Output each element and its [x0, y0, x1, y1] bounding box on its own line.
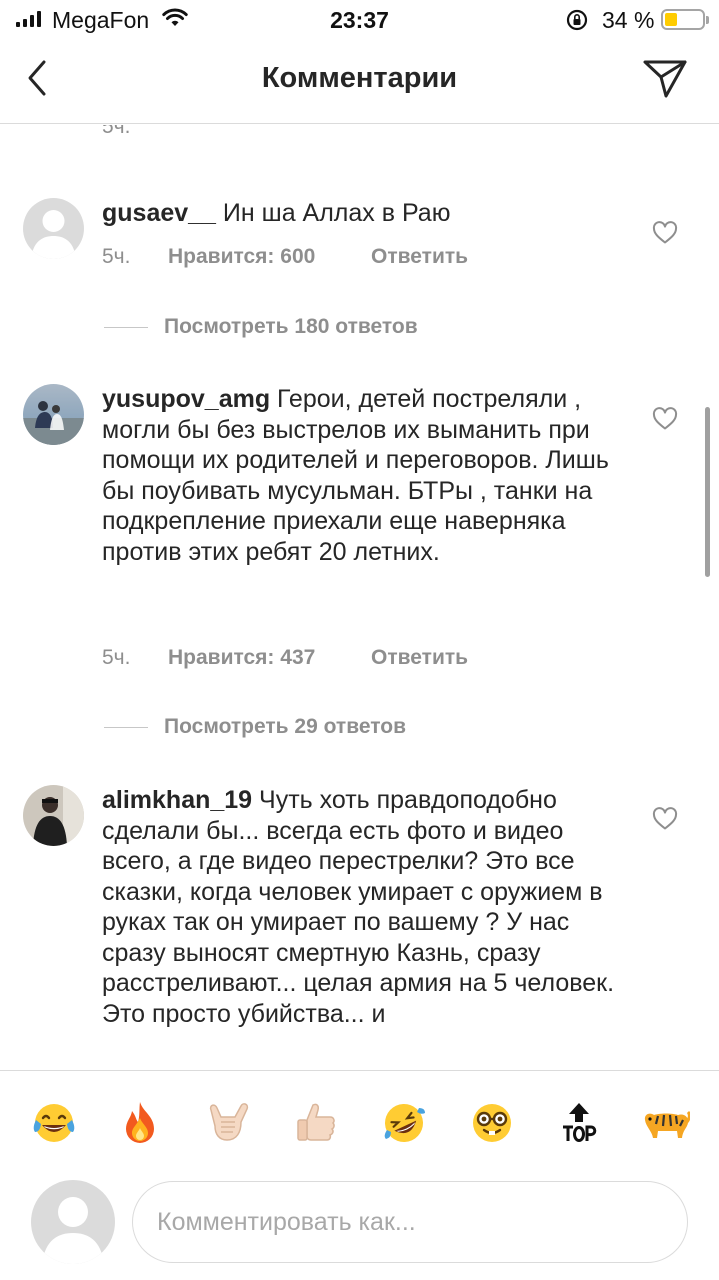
- rotation-lock-icon: [566, 9, 588, 31]
- heart-icon[interactable]: [652, 221, 678, 245]
- comment-text: gusaev__ Ин ша Аллах в Раю: [102, 198, 622, 229]
- battery-percentage: 34 %: [602, 7, 655, 33]
- comment-meta: 5ч. Нравится: 600 Ответить: [102, 245, 468, 269]
- avatar[interactable]: [23, 384, 84, 445]
- status-bar: MegaFon 23:37 34 %: [0, 0, 719, 40]
- view-replies-button[interactable]: Посмотреть 180 ответов: [104, 315, 418, 339]
- battery-icon: [661, 9, 709, 30]
- reply-button[interactable]: Ответить: [371, 646, 468, 670]
- comment-body: Чуть хоть правдоподобно сделали бы... вс…: [102, 786, 615, 1028]
- view-replies-label: Посмотреть 180 ответов: [164, 315, 418, 338]
- comment-body: Ин ша Аллах в Раю: [215, 199, 451, 227]
- header: Комментарии: [0, 40, 719, 124]
- emoji-call-me-hand-icon[interactable]: [204, 1099, 252, 1147]
- comment-input[interactable]: [132, 1181, 688, 1263]
- emoji-tiger-icon[interactable]: [642, 1099, 690, 1147]
- comment-text: yusupov_amg Герои, детей постреляли , мо…: [102, 384, 622, 567]
- view-replies-button[interactable]: Посмотреть 29 ответов: [104, 715, 406, 739]
- battery-level: [665, 13, 677, 26]
- comment-likes[interactable]: Нравится: 600: [168, 245, 371, 269]
- emoji-top-arrow-icon[interactable]: [555, 1099, 603, 1147]
- emoji-fire-icon[interactable]: [116, 1099, 164, 1147]
- scrollbar[interactable]: [705, 407, 710, 577]
- comments-list[interactable]: 5ч. gusaev__ Ин ша Аллах в Раю 5ч. Нрави…: [0, 125, 719, 1070]
- reply-button[interactable]: Ответить: [371, 245, 468, 269]
- avatar[interactable]: [23, 785, 84, 846]
- paper-plane-icon[interactable]: [640, 56, 690, 102]
- comment-meta: 5ч. Нравится: 437 Ответить: [102, 646, 468, 670]
- emoji-quick-bar: [0, 1070, 719, 1168]
- divider: [104, 326, 148, 328]
- emoji-nerd-face-icon[interactable]: [468, 1099, 516, 1147]
- current-user-avatar: [31, 1180, 115, 1264]
- heart-icon[interactable]: [652, 807, 678, 831]
- emoji-thumbs-up-icon[interactable]: [292, 1099, 340, 1147]
- divider: [104, 726, 148, 728]
- comment-username[interactable]: alimkhan_19: [102, 786, 252, 814]
- partial-comment-time: 5ч.: [102, 125, 131, 138]
- page-title: Комментарии: [261, 62, 458, 94]
- comment-text: alimkhan_19 Чуть хоть правдоподобно сдел…: [102, 785, 622, 1029]
- emoji-rofl-icon[interactable]: [380, 1099, 428, 1147]
- comment-composer: [0, 1168, 719, 1280]
- heart-icon[interactable]: [652, 407, 678, 431]
- view-replies-label: Посмотреть 29 ответов: [164, 715, 406, 738]
- avatar[interactable]: [23, 198, 84, 259]
- emoji-tears-of-joy-icon[interactable]: [30, 1099, 78, 1147]
- comment-username[interactable]: gusaev__: [102, 199, 216, 227]
- comment-time: 5ч.: [102, 646, 131, 669]
- comment-time: 5ч.: [102, 245, 131, 268]
- comment-username[interactable]: yusupov_amg: [102, 385, 270, 413]
- comment-likes[interactable]: Нравится: 437: [168, 646, 371, 670]
